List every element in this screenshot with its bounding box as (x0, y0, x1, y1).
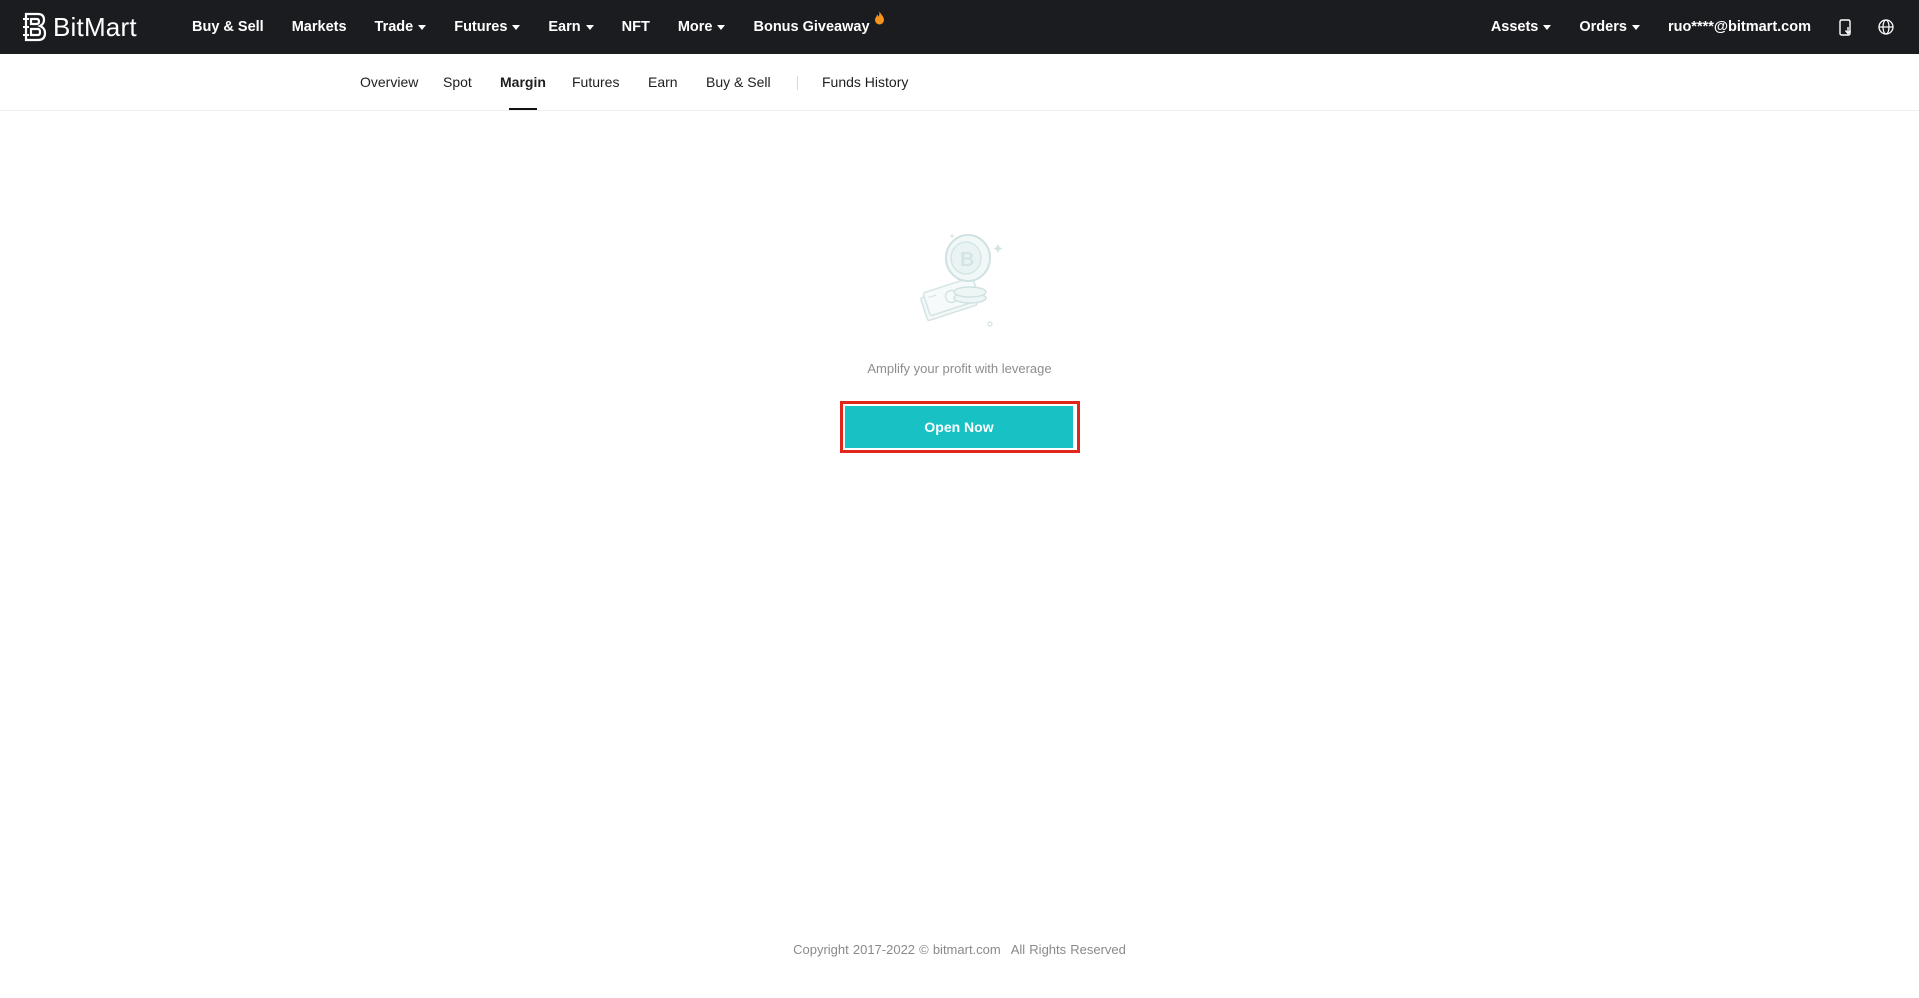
nav-buy-sell[interactable]: Buy & Sell (192, 19, 264, 35)
nav-label: Orders (1579, 19, 1627, 35)
tab-buy-sell[interactable]: Buy & Sell (706, 54, 771, 110)
globe-icon[interactable] (1878, 19, 1894, 35)
footer: Copyright 2017-2022 © bitmart.com All Rig… (0, 942, 1919, 957)
chevron-down-icon (512, 24, 521, 30)
open-now-button[interactable]: Open Now (845, 406, 1073, 448)
nav-markets[interactable]: Markets (292, 19, 347, 35)
brand-name: BitMart (53, 11, 137, 42)
svg-text:B: B (960, 249, 974, 271)
nav-label: More (677, 19, 713, 35)
nav-more[interactable]: More (678, 19, 726, 35)
nav-label: Assets (1490, 19, 1539, 35)
tab-spot[interactable]: Spot (443, 54, 472, 110)
nav-label: Futures (454, 19, 508, 35)
tab-margin[interactable]: Margin (500, 54, 546, 110)
nav-assets[interactable]: Assets (1491, 19, 1552, 35)
chevron-down-icon (418, 24, 427, 30)
nav-label: Markets (291, 19, 347, 35)
account-label: ruo****@bitmart.com (1667, 19, 1811, 35)
flame-icon (874, 11, 885, 29)
top-navigation-bar: BitMart Buy & Sell Markets Trade Futures… (0, 0, 1919, 54)
empty-state-message: Amplify your profit with leverage (867, 361, 1052, 376)
nav-trade[interactable]: Trade (375, 19, 427, 35)
nav-label: NFT (621, 19, 650, 35)
nav-earn[interactable]: Earn (548, 19, 594, 35)
bitmart-logo[interactable]: BitMart (23, 11, 137, 43)
open-now-highlight: Open Now (840, 401, 1080, 453)
footer-copyright: Copyright 2017-2022 © bitmart.com (793, 942, 1001, 957)
nav-bonus-giveaway[interactable]: Bonus Giveaway (753, 11, 884, 36)
tab-funds-history[interactable]: Funds History (822, 54, 908, 110)
download-app-icon[interactable] (1839, 18, 1853, 36)
chevron-down-icon (1543, 24, 1552, 30)
account-nav: Assets Orders ruo****@bitmart.com (1491, 0, 1919, 54)
tab-futures[interactable]: Futures (572, 54, 619, 110)
chevron-down-icon (585, 24, 594, 30)
coins-cash-illustration: B (908, 228, 1014, 334)
chevron-down-icon (1631, 24, 1640, 30)
tab-divider (797, 76, 798, 90)
chevron-down-icon (717, 24, 726, 30)
nav-nft[interactable]: NFT (622, 19, 650, 35)
account-email[interactable]: ruo****@bitmart.com (1668, 19, 1811, 35)
bitmart-logo-icon (23, 12, 47, 42)
nav-label: Buy & Sell (192, 19, 264, 35)
nav-orders[interactable]: Orders (1579, 19, 1640, 35)
tab-overview[interactable]: Overview (360, 54, 418, 110)
footer-rights: All Rights Reserved (1010, 942, 1126, 957)
nav-label: Trade (374, 19, 414, 35)
nav-futures[interactable]: Futures (454, 19, 521, 35)
main-nav: Buy & Sell Markets Trade Futures Earn NF… (192, 0, 913, 54)
nav-label: Bonus Giveaway (753, 19, 870, 35)
nav-label: Earn (548, 19, 581, 35)
tab-earn[interactable]: Earn (648, 54, 678, 110)
asset-subtabs: Overview Spot Margin Futures Earn Buy & … (0, 54, 1919, 111)
